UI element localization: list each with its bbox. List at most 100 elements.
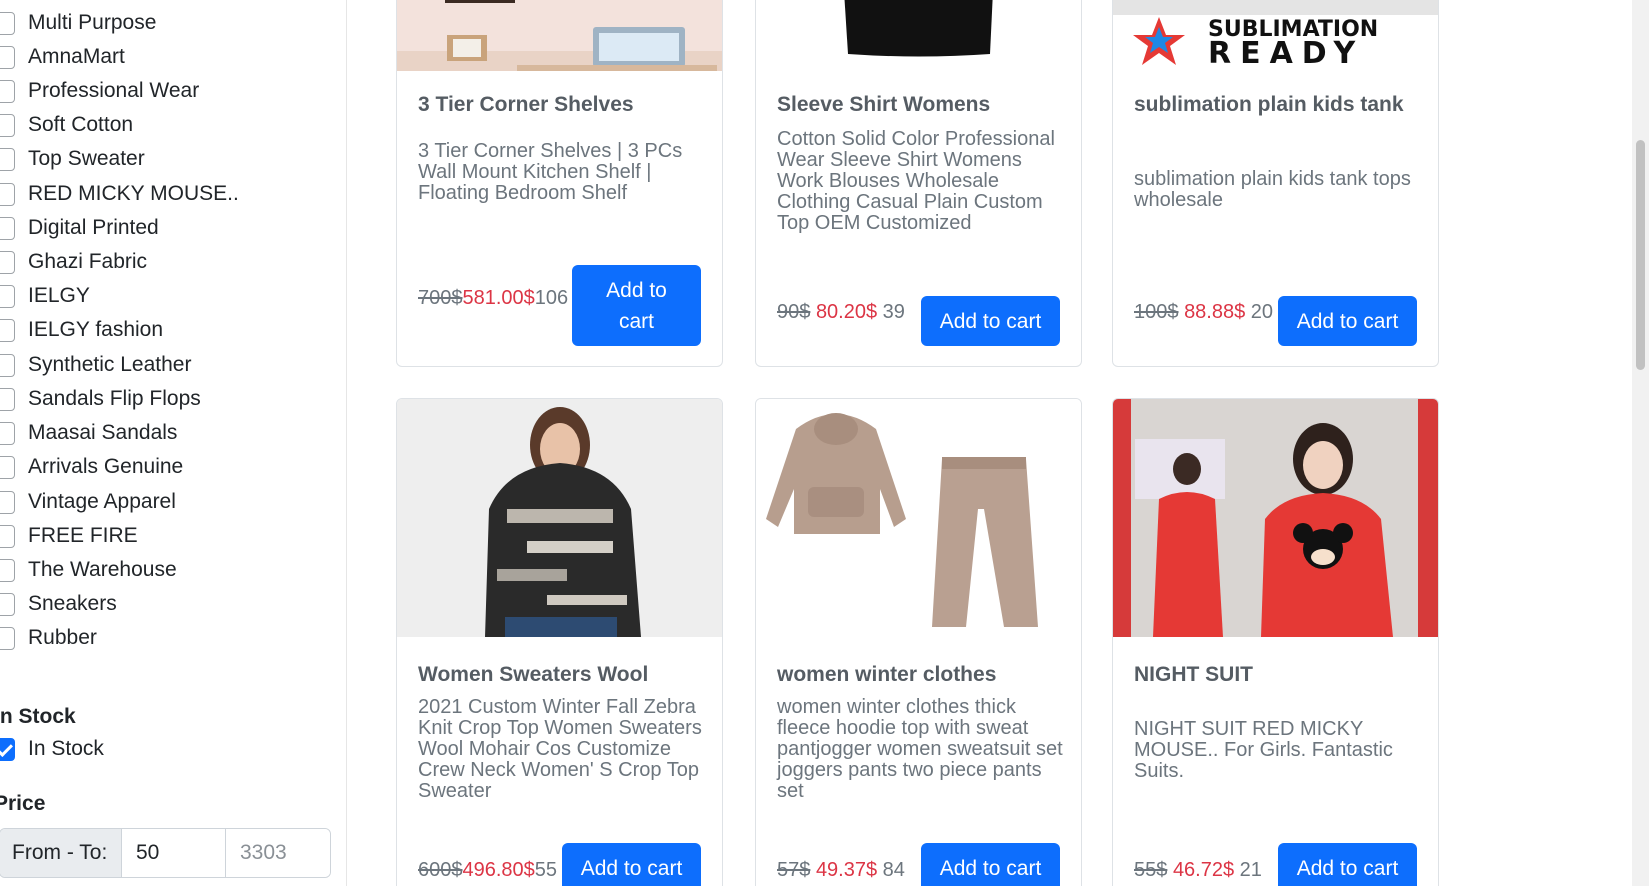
sale-price: 49.37$ [815,859,878,881]
sale-price: 88.88$ [1184,301,1246,323]
brand-checkbox[interactable] [0,284,15,308]
brand-checkbox[interactable] [0,353,15,377]
in-stock-checkbox[interactable] [0,737,15,761]
product-price: 90$ 80.20$ 39 [777,301,905,324]
svg-text:READY: READY [1208,36,1364,71]
price-section-title: Price [0,792,46,815]
product-price: 57$ 49.37$ 84 [777,859,905,882]
product-description: Cotton Solid Color Professional Wear Sle… [777,128,1055,234]
add-to-cart-button[interactable]: Add to cart [562,843,701,886]
product-title[interactable]: 3 Tier Corner Shelves [418,93,634,117]
price-range-label: From - To: [0,829,122,877]
brand-checkbox[interactable] [0,318,15,342]
brand-label: Ghazi Fabric [28,250,148,273]
old-price: 90$ [777,301,811,323]
brand-label: Digital Printed [28,216,159,239]
brand-label: IELGY fashion [28,318,164,341]
brand-checkbox[interactable] [0,387,15,411]
product-description: NIGHT SUIT RED MICKY MOUSE.. For Girls. … [1134,718,1393,782]
product-price: 100$ 88.88$ 20 [1134,301,1273,324]
product-image[interactable] [756,399,1081,637]
stock-section-title: In Stock [0,705,76,728]
product-image[interactable] [397,399,722,637]
old-price: 57$ [777,859,811,881]
brand-label: IELGY [28,284,90,307]
scrollbar-thumb[interactable] [1636,140,1645,370]
product-card: SUBLIMATION READY sublimation plain kids… [1112,0,1439,367]
product-card: Sleeve Shirt Womens Cotton Solid Color P… [755,0,1082,367]
product-title[interactable]: Sleeve Shirt Womens [777,93,990,117]
product-card: Women Sweaters Wool 2021 Custom Winter F… [396,398,723,886]
brand-label: Synthetic Leather [28,353,192,376]
brand-checkbox[interactable] [0,11,15,35]
brand-label: Vintage Apparel [28,490,176,513]
old-price: 100$ [1134,301,1179,323]
add-to-cart-button[interactable]: Add to cart [921,296,1060,346]
add-to-cart-button[interactable]: Add to cart [1278,843,1417,886]
product-price: 55$ 46.72$ 21 [1134,859,1262,882]
old-price: 700$ [418,287,463,309]
product-price: 600$ 496.80$ 55 [418,859,557,882]
brand-label: The Warehouse [28,558,177,581]
price-range-group: From - To: [0,828,331,878]
sale-price: 496.80$ [462,859,535,881]
add-to-cart-button[interactable]: Add to cart [572,265,701,346]
product-image[interactable] [397,0,722,71]
stock-count: 20 [1250,301,1274,323]
brand-checkbox[interactable] [0,558,15,582]
sale-price: 80.20$ [815,301,878,323]
product-title[interactable]: NIGHT SUIT [1134,663,1253,687]
in-stock-label: In Stock [28,737,104,760]
stock-count: 84 [882,859,905,881]
stock-count: 106 [534,287,569,309]
product-description: women winter clothes thick fleece hoodie… [777,696,1063,802]
product-image[interactable] [1113,399,1438,637]
old-price: 600$ [418,859,463,881]
brand-checkbox[interactable] [0,250,15,274]
brand-label: AmnaMart [28,45,125,68]
brand-checkbox[interactable] [0,45,15,69]
product-description: 3 Tier Corner Shelves | 3 PCs Wall Mount… [418,140,683,204]
sale-price: 581.00$ [462,287,535,309]
price-to-input[interactable] [226,829,330,877]
product-card: 3 Tier Corner Shelves 3 Tier Corner Shel… [396,0,723,367]
product-title[interactable]: sublimation plain kids tank [1134,93,1404,117]
brand-label: Sneakers [28,592,117,615]
brand-label: FREE FIRE [28,524,138,547]
brand-checkbox[interactable] [0,182,15,206]
product-card: NIGHT SUIT NIGHT SUIT RED MICKY MOUSE.. … [1112,398,1439,886]
brand-label: Sandals Flip Flops [28,387,201,410]
product-price: 700$ 581.00$ 106 [418,287,568,310]
brand-checkbox[interactable] [0,147,15,171]
brand-checkbox[interactable] [0,216,15,240]
brand-label: Soft Cotton [28,113,134,136]
old-price: 55$ [1134,859,1168,881]
brand-checkbox[interactable] [0,421,15,445]
product-image[interactable]: SUBLIMATION READY [1113,0,1438,71]
page-scrollbar[interactable] [1632,0,1649,886]
product-description: 2021 Custom Winter Fall Zebra Knit Crop … [418,696,702,802]
product-image[interactable] [756,0,1081,71]
brand-checkbox[interactable] [0,490,15,514]
brand-label: Maasai Sandals [28,421,178,444]
product-card: women winter clothes women winter clothe… [755,398,1082,886]
product-description: sublimation plain kids tank tops wholesa… [1134,168,1411,211]
price-from-input[interactable] [122,829,226,877]
brand-checkbox[interactable] [0,626,15,650]
add-to-cart-button[interactable]: Add to cart [921,843,1060,886]
stock-count: 39 [882,301,905,323]
brand-label: RED MICKY MOUSE.. [28,182,239,205]
brand-checkbox[interactable] [0,592,15,616]
brand-label: Multi Purpose [28,11,157,34]
sale-price: 46.72$ [1172,859,1235,881]
filter-sidebar: Multi Purpose AmnaMart Professional Wear… [0,0,347,886]
add-to-cart-button[interactable]: Add to cart [1278,296,1417,346]
brand-checkbox[interactable] [0,79,15,103]
stock-count: 21 [1239,859,1262,881]
product-title[interactable]: women winter clothes [777,663,996,687]
stock-count: 55 [534,859,558,881]
brand-checkbox[interactable] [0,113,15,137]
brand-checkbox[interactable] [0,455,15,479]
product-title[interactable]: Women Sweaters Wool [418,663,648,687]
brand-checkbox[interactable] [0,524,15,548]
